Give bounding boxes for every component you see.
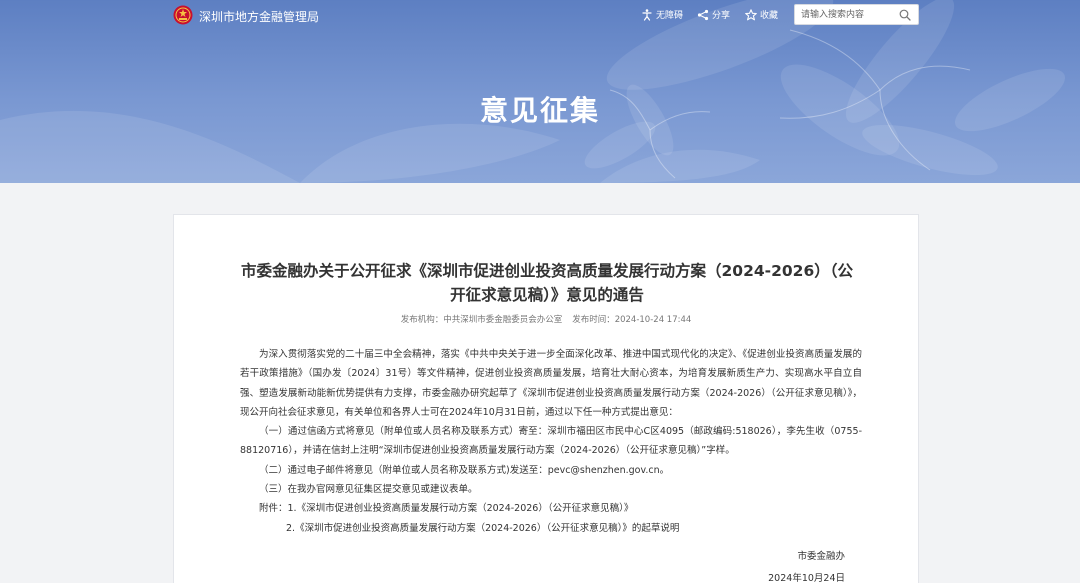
favorite-label: 收藏 <box>760 11 779 21</box>
method-letter: （一）通过信函方式将意见（附单位或人员名称及联系方式）寄至：深圳市福田区市民中心… <box>240 426 862 457</box>
page-title: 意见征集 <box>479 94 600 127</box>
publisher: 发布机构：中共深圳市委金融委员会办公室 <box>400 315 563 325</box>
accessibility-label: 无障碍 <box>656 11 684 21</box>
attachment-2[interactable]: 2.《深圳市促进创业投资高质量发展行动方案（2024-2026）（公开征求意见稿… <box>240 519 862 538</box>
intro-paragraph: 为深入贯彻落实党的二十届三中全会精神，落实《中共中央关于进一步全面深化改革、推进… <box>240 349 862 418</box>
article-meta: 发布机构：中共深圳市委金融委员会办公室 发布时间：2024-10-24 17:44 <box>174 313 918 325</box>
share-button[interactable]: 分享 <box>697 8 730 21</box>
share-icon <box>697 9 709 20</box>
article-title: 市委金融办关于公开征求《深圳市促进创业投资高质量发展行动方案（2024-2026… <box>241 262 853 304</box>
signature: 市委金融办 <box>797 551 845 562</box>
attachment-1[interactable]: 附件：1.《深圳市促进创业投资高质量发展行动方案（2024-2026）（公开征求… <box>240 499 862 518</box>
search-icon[interactable] <box>899 9 911 21</box>
search-input[interactable] <box>801 8 895 22</box>
accessibility-button[interactable]: 无障碍 <box>641 8 683 21</box>
publish-date: 发布时间：2024-10-24 17:44 <box>572 315 692 325</box>
national-emblem-icon <box>173 5 193 25</box>
favorite-button[interactable]: 收藏 <box>745 8 778 21</box>
star-icon <box>745 8 757 20</box>
search-box <box>794 4 919 25</box>
article-body: 为深入贯彻落实党的二十届三中全会精神，落实《中共中央关于进一步全面深化改革、推进… <box>240 345 862 538</box>
top-bar: 深圳市地方金融管理局 无障碍 分享 收藏 <box>0 0 1080 32</box>
accessibility-icon <box>642 8 652 21</box>
signature-block: 市委金融办 2024年10月24日 <box>768 547 845 583</box>
sign-date: 2024年10月24日 <box>768 573 845 583</box>
header-banner: 深圳市地方金融管理局 无障碍 分享 收藏 请输入搜索内容 意见征集 <box>0 0 1080 183</box>
share-label: 分享 <box>712 11 731 21</box>
article-panel: 市委金融办关于公开征求《深圳市促进创业投资高质量发展行动方案（2024-2026… <box>173 214 919 583</box>
method-email: （二）通过电子邮件将意见（附单位或人员名称及联系方式)发送至：pevc@shen… <box>259 464 670 476</box>
site-name[interactable]: 深圳市地方金融管理局 <box>199 8 319 25</box>
method-online: （三）在我办官网意见征集区提交意见或建议表单。 <box>259 484 478 496</box>
